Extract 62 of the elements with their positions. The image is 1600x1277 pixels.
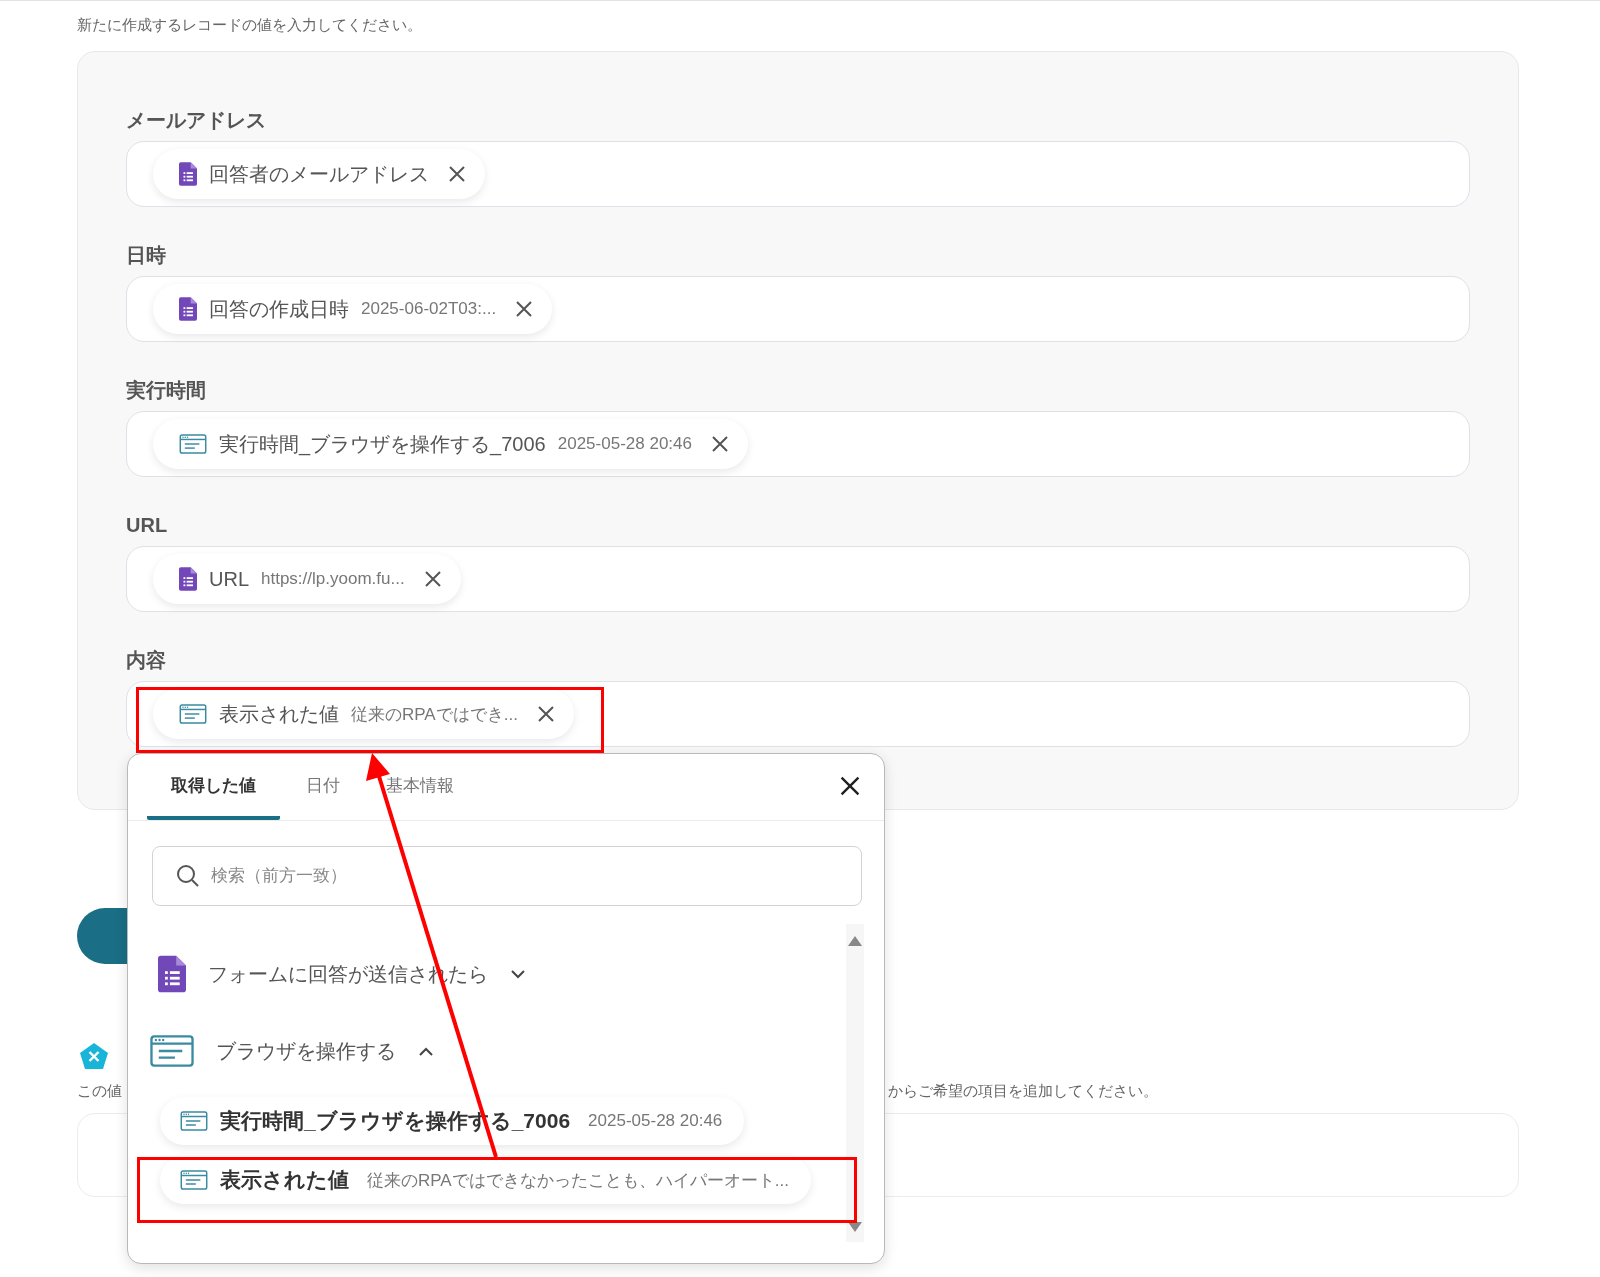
remove-icon (514, 299, 535, 319)
value-chip[interactable]: 表示された値 従来のRPAではでき... (153, 689, 574, 739)
input-field[interactable]: 回答の作成日時 2025-06-02T03:... (126, 276, 1470, 342)
group-title: ブラウザを操作する (216, 1038, 396, 1064)
tab[interactable]: 日付 (286, 754, 360, 820)
scroll-up-icon[interactable] (848, 936, 862, 946)
value-chip[interactable]: URL https://lp.yoom.fu... (153, 554, 461, 604)
item-value: 従来のRPAではでき... (351, 703, 518, 726)
document-icon (179, 567, 197, 591)
browser-window-icon (150, 1034, 194, 1068)
item-value: 2025-05-28 20:46 (588, 1111, 723, 1131)
list-item[interactable]: 表示された値 従来のRPAではできなかったことも、ハイパーオート... (160, 1156, 811, 1204)
tab[interactable]: 基本情報 (366, 754, 474, 820)
input-field[interactable]: 回答者のメールアドレス (126, 141, 1470, 207)
pentagon-icon (79, 1042, 109, 1070)
browser-window-icon (179, 434, 207, 454)
document-icon (179, 162, 197, 186)
field-label: メールアドレス (126, 108, 267, 133)
document-icon (179, 297, 197, 321)
input-field[interactable]: 表示された値 従来のRPAではでき... (126, 681, 1470, 747)
field-label: 実行時間 (126, 378, 207, 403)
remove-icon (447, 164, 467, 184)
remove-button[interactable] (514, 299, 535, 319)
item-name: URL (209, 567, 249, 591)
remove-button[interactable] (447, 164, 467, 184)
item-name: 表示された値 (220, 1167, 349, 1193)
close-icon (838, 774, 862, 798)
item-name: 回答の作成日時 (209, 296, 349, 322)
item-name: 回答者のメールアドレス (209, 161, 429, 187)
remove-icon (422, 569, 443, 589)
browser-window-icon (180, 1170, 208, 1190)
remove-icon (710, 434, 730, 454)
remove-icon (535, 704, 556, 724)
field-label: URL (126, 513, 169, 538)
item-value: 2025-05-28 20:46 (557, 434, 692, 454)
remove-button[interactable] (710, 434, 730, 454)
item-value: 従来のRPAではできなかったことも、ハイパーオート... (367, 1169, 789, 1192)
item-name: 実行時間_ブラウザを操作する_7006 (219, 431, 546, 458)
item-name: 表示された値 (219, 701, 339, 727)
input-field[interactable]: 実行時間_ブラウザを操作する_7006 2025-05-28 20:46 (126, 411, 1470, 477)
value-chip[interactable]: 回答の作成日時 2025-06-02T03:... (153, 284, 553, 334)
close-button[interactable] (838, 774, 862, 798)
search-field[interactable]: 検索（前方一致） (152, 846, 862, 906)
field-label: 日時 (126, 243, 167, 268)
input-field[interactable]: URL https://lp.yoom.fu... (126, 546, 1470, 612)
tab[interactable]: 取得した値 (147, 754, 280, 820)
remove-button[interactable] (422, 569, 443, 589)
browser-window-icon (179, 704, 207, 724)
note-text: からご希望の項目を追加してください。 (888, 1082, 1158, 1101)
remove-button[interactable] (535, 704, 556, 724)
item-value: https://lp.yoom.fu... (261, 569, 405, 589)
document-icon (158, 954, 186, 994)
value-chip[interactable]: 回答者のメールアドレス (153, 149, 485, 199)
scroll-down-icon[interactable] (848, 1222, 862, 1232)
source-group-header[interactable]: ブラウザを操作する (150, 1034, 434, 1068)
note-text: この値 (77, 1082, 123, 1101)
item-value: 2025-06-02T03:... (361, 299, 497, 319)
browser-window-icon (180, 1111, 208, 1131)
instruction-text: 新たに作成するレコードの値を入力してください。 (77, 16, 423, 35)
field-label: 内容 (126, 648, 167, 673)
search-icon (176, 864, 200, 888)
value-chip[interactable]: 実行時間_ブラウザを操作する_7006 2025-05-28 20:46 (153, 419, 748, 469)
